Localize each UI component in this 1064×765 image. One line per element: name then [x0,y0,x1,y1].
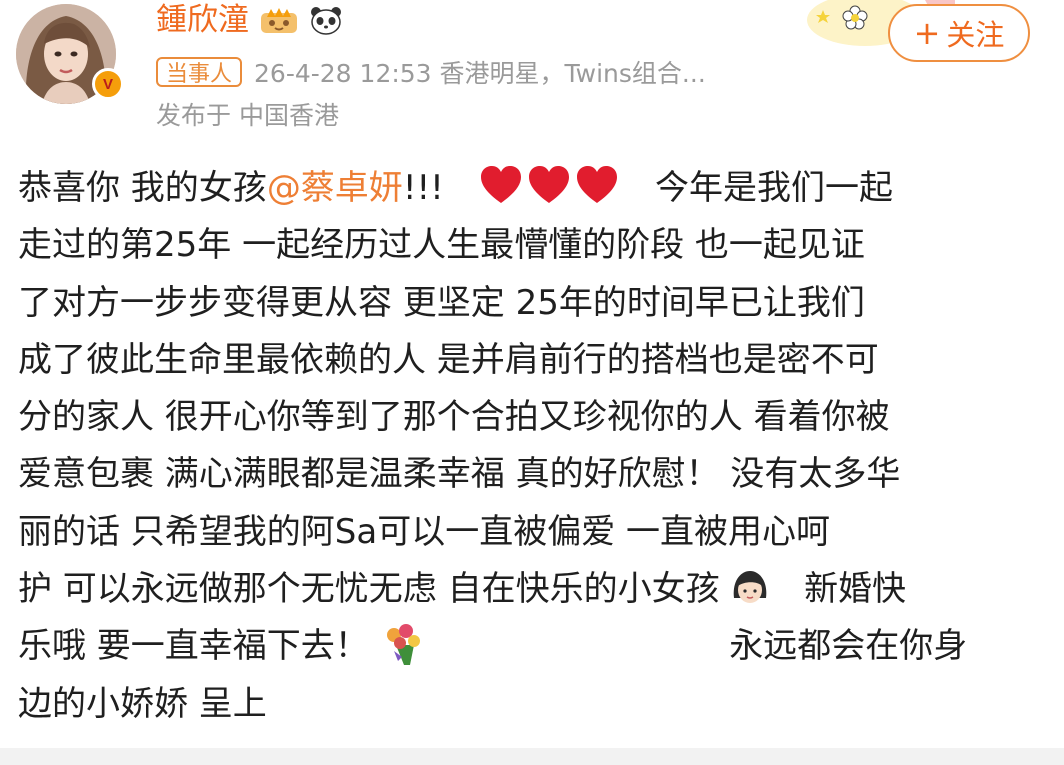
username-row: 鍾欣潼 [156,0,343,40]
post-text: 乐哦 要一直幸福下去！ [18,626,369,667]
party-badge: 当事人 [156,57,243,87]
weibo-post-card: V 鍾欣潼 当事人 26-4-28 12:53 香港明星，Twins组合... … [0,0,1064,765]
girl-emoji-icon [734,571,767,604]
post-text: 永远都会在你身 [729,626,968,667]
post-line-1: 恭喜你 我的女孩@蔡卓妍!!! 今年是我们一起 [18,160,1038,217]
post-line-10: 边的小娇娇 呈上 [18,683,267,724]
post-line-7: 丽的话 只希望我的阿Sa可以一直被偏爱 一直被用心呵 [18,511,831,552]
post-line-8: 护 可以永远做那个无忧无虑 自在快乐的小女孩 新婚快 [18,561,1038,618]
post-meta[interactable]: 26-4-28 12:53 香港明星，Twins组合... [254,54,706,90]
follow-button[interactable]: + 关注 [888,4,1030,62]
post-line-5: 分的家人 很开心你等到了那个合拍又珍视你的人 看着你被 [18,397,890,438]
panda-icon [311,7,341,35]
username[interactable]: 鍾欣潼 [156,0,249,40]
post-line-9: 乐哦 要一直幸福下去！ 永远都会在你身 [18,618,1038,675]
bottom-divider [0,748,1064,765]
post-line-6: 爱意包裹 满心满眼都是温柔幸福 真的好欣慰！ 没有太多华 [18,454,901,495]
vip-crown-icon [261,8,297,33]
post-line-3: 了对方一步步变得更从容 更坚定 25年的时间早已让我们 [18,282,865,323]
plus-icon: + [913,14,941,52]
post-text: 新婚快 [804,569,907,610]
post-text: 护 可以永远做那个无忧无虑 自在快乐的小女孩 [18,569,720,610]
post-text: 恭喜你 我的女孩 [18,168,267,208]
post-line-2: 走过的第25年 一起经历过人生最懵懂的阶段 也一起见证 [18,225,865,266]
post-line-4: 成了彼此生命里最依赖的人 是并肩前行的搭档也是密不可 [18,339,879,380]
red-heart-emoji-icon [577,166,618,203]
follow-label: 关注 [946,18,1005,52]
post-location: 发布于 中国香港 [156,101,339,130]
post-content: 恭喜你 我的女孩@蔡卓妍!!! 今年是我们一起 走过的第25年 一起经历过人生最… [18,160,1038,733]
post-text: 今年是我们一起 [654,168,893,208]
bouquet-emoji-icon [386,624,420,666]
avatar-container[interactable]: V [16,4,124,112]
red-heart-emoji-icon [481,166,522,203]
meta-row: 当事人 26-4-28 12:53 香港明星，Twins组合... [156,54,706,90]
red-heart-emoji-icon [529,166,570,203]
mention-link[interactable]: @蔡卓妍 [267,168,403,208]
post-text: !!! [402,168,444,208]
verified-badge-icon: V [92,68,124,100]
